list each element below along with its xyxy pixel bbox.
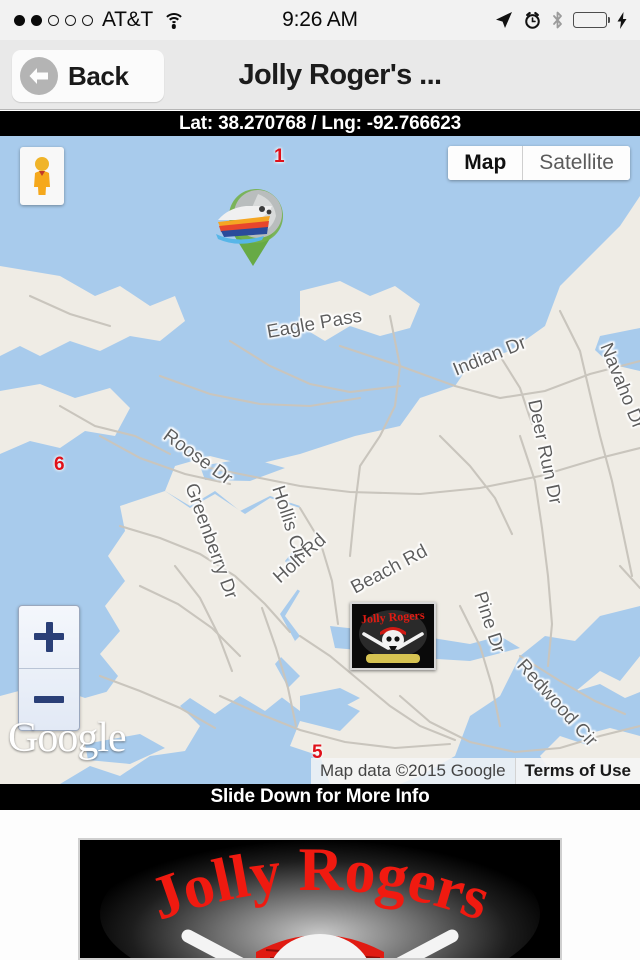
navigation-bar: Back Jolly Roger's ... — [0, 40, 640, 110]
minus-icon — [34, 695, 64, 703]
street-view-pegman-icon[interactable] — [20, 147, 64, 205]
status-bar: AT&T 9:26 AM — [0, 0, 640, 40]
annotation-5: 5 — [312, 742, 323, 763]
zoom-controls[interactable] — [18, 605, 80, 731]
annotation-6: 6 — [54, 454, 65, 475]
map-data-attribution: Map data ©2015 Google — [311, 758, 515, 784]
coordinates-bar: Lat: 38.270768 / Lng: -92.766623 — [0, 111, 640, 136]
boat-marker[interactable] — [212, 174, 294, 266]
bottom-detail-panel: Jolly Rogers — [0, 810, 640, 960]
back-button[interactable]: Back — [12, 50, 164, 102]
arrow-left-icon — [20, 57, 58, 95]
lightning-bolt-icon — [617, 11, 627, 29]
app-screen: AT&T 9:26 AM Back Jolly Roger's ... Lat:… — [0, 0, 640, 960]
map-attribution-bar: Map data ©2015 Google Terms of Use — [311, 758, 640, 784]
terms-of-use-link[interactable]: Terms of Use — [514, 758, 640, 784]
google-logo: Google — [8, 715, 127, 761]
annotation-1: 1 — [274, 146, 285, 167]
map-canvas: Indian Dr Navaho Dr Eagle Pass Deer Run … — [0, 136, 640, 784]
alarm-clock-icon — [525, 11, 540, 29]
map-type-button-map[interactable]: Map — [448, 146, 524, 180]
battery-icon — [573, 12, 607, 28]
bluetooth-icon — [553, 11, 562, 29]
slide-down-bar[interactable]: Slide Down for More Info — [0, 784, 640, 810]
back-button-label: Back — [68, 60, 129, 91]
map-type-toggle[interactable]: Map Satellite — [448, 146, 630, 180]
status-bar-right — [494, 0, 628, 40]
plus-icon — [34, 621, 64, 652]
jolly-rogers-logo-marker[interactable]: Jolly Rogers — [350, 602, 436, 670]
map-type-button-satellite[interactable]: Satellite — [523, 146, 630, 180]
zoom-in-button[interactable] — [19, 606, 79, 669]
clock-label: 9:26 AM — [282, 8, 358, 31]
location-arrow-icon — [496, 12, 512, 28]
jolly-rogers-banner-image[interactable]: Jolly Rogers — [78, 838, 562, 960]
map-view[interactable]: Indian Dr Navaho Dr Eagle Pass Deer Run … — [0, 136, 640, 784]
